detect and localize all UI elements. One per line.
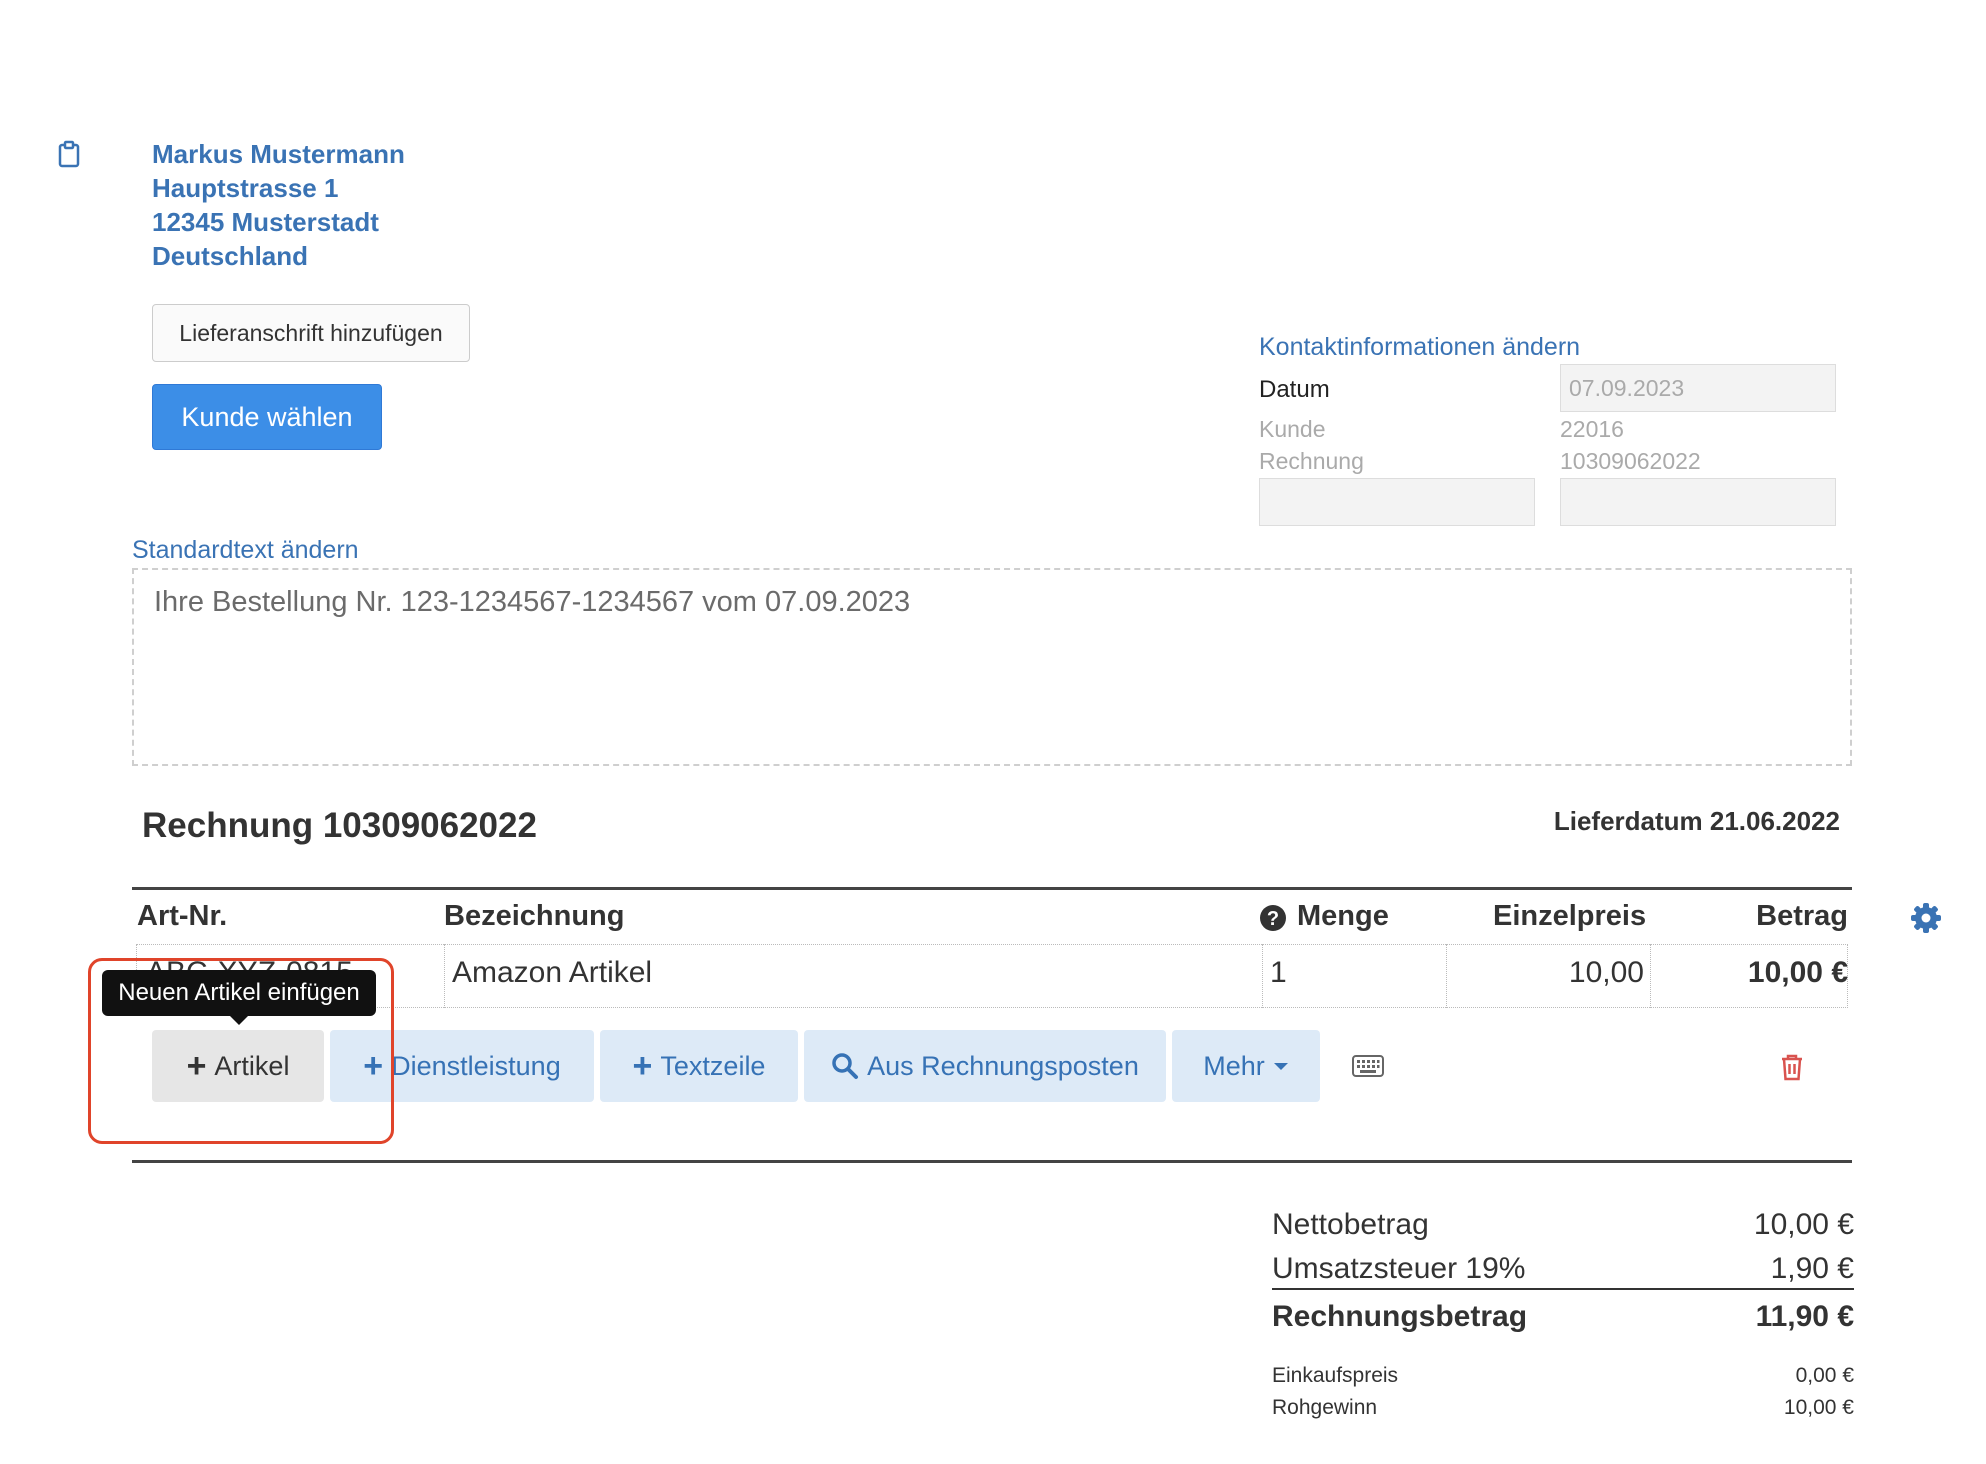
purchase-price-label: Einkaufspreis: [1272, 1364, 1399, 1387]
table-top-rule: [132, 887, 1852, 890]
extra-field-right[interactable]: [1560, 478, 1836, 526]
totals-rule: [1272, 1288, 1854, 1290]
choose-customer-button[interactable]: Kunde wählen: [152, 384, 382, 450]
add-service-label: Dienstleistung: [391, 1050, 561, 1081]
add-delivery-address-button[interactable]: Lieferanschrift hinzufügen: [152, 304, 470, 362]
cell-divider: [1262, 944, 1263, 1008]
customer-city[interactable]: 12345 Musterstadt: [152, 205, 379, 239]
standard-text-content[interactable]: Ihre Bestellung Nr. 123-1234567-1234567 …: [154, 586, 910, 619]
gross-profit-label: Rohgewinn: [1272, 1396, 1378, 1419]
table-bottom-rule: [132, 1160, 1852, 1163]
gross-profit-value: 10,00 €: [1783, 1396, 1854, 1419]
keyboard-icon[interactable]: [1352, 1055, 1384, 1077]
customer-number-value: 22016: [1560, 416, 1624, 442]
add-text-line-label: Textzeile: [660, 1050, 766, 1081]
vat-value: 1,90 €: [1770, 1252, 1854, 1285]
net-amount-label: Nettobetrag: [1272, 1208, 1429, 1241]
cell-divider: [1650, 944, 1651, 1008]
cell-divider: [444, 944, 445, 1008]
date-field[interactable]: 07.09.2023: [1560, 364, 1836, 412]
edit-contact-info-link[interactable]: Kontaktinformationen ändern: [1259, 333, 1580, 362]
row-betrag: 10,00 €: [1747, 956, 1848, 989]
net-amount-value: 10,00 €: [1753, 1208, 1854, 1241]
row-einzelpreis[interactable]: 10,00: [1569, 956, 1644, 990]
date-label: Datum: [1259, 376, 1330, 403]
caret-down-icon: [1273, 1063, 1288, 1070]
invoice-heading: Rechnung 10309062022: [142, 806, 537, 845]
row-menge[interactable]: 1: [1270, 956, 1287, 990]
plus-icon: +: [632, 1047, 653, 1085]
customer-street[interactable]: Hauptstrasse 1: [152, 171, 338, 205]
col-header-menge: Menge: [1297, 900, 1389, 932]
purchase-price-value: 0,00 €: [1795, 1364, 1854, 1387]
extra-field-left[interactable]: [1259, 478, 1535, 526]
more-dropdown-button[interactable]: Mehr: [1172, 1030, 1320, 1102]
invoice-total-value: 11,90 €: [1755, 1300, 1854, 1333]
row-bezeichnung[interactable]: Amazon Artikel: [452, 956, 652, 990]
cell-divider: [1446, 944, 1447, 1008]
gear-icon[interactable]: [1910, 902, 1942, 934]
delivery-date[interactable]: Lieferdatum 21.06.2022: [1554, 806, 1840, 837]
clipboard-icon[interactable]: [58, 140, 80, 168]
customer-name[interactable]: Markus Mustermann: [152, 137, 405, 171]
edit-standard-text-link[interactable]: Standardtext ändern: [132, 536, 359, 565]
date-value: 07.09.2023: [1569, 374, 1685, 401]
customer-country[interactable]: Deutschland: [152, 239, 308, 273]
question-circle-icon[interactable]: ?: [1259, 904, 1287, 932]
col-header-betrag: Betrag: [1756, 900, 1848, 932]
vat-label: Umsatzsteuer 19%: [1272, 1252, 1526, 1285]
customer-number-label: Kunde: [1259, 416, 1326, 442]
highlight-outline: [88, 958, 394, 1144]
col-header-einzelpreis: Einzelpreis: [1493, 900, 1647, 932]
invoice-total-label: Rechnungsbetrag: [1272, 1300, 1528, 1333]
more-label: Mehr: [1203, 1050, 1265, 1081]
svg-text:?: ?: [1267, 908, 1279, 930]
col-header-bezeichnung: Bezeichnung: [444, 900, 625, 932]
invoice-number-value: 10309062022: [1560, 448, 1701, 474]
add-text-line-button[interactable]: + Textzeile: [600, 1030, 798, 1102]
invoice-number-label: Rechnung: [1259, 448, 1364, 474]
from-invoice-items-label: Aus Rechnungsposten: [867, 1050, 1139, 1081]
trash-icon[interactable]: [1780, 1053, 1804, 1081]
col-header-art-nr: Art-Nr.: [137, 900, 228, 932]
from-invoice-items-button[interactable]: Aus Rechnungsposten: [804, 1030, 1166, 1102]
search-icon: [832, 1053, 859, 1079]
